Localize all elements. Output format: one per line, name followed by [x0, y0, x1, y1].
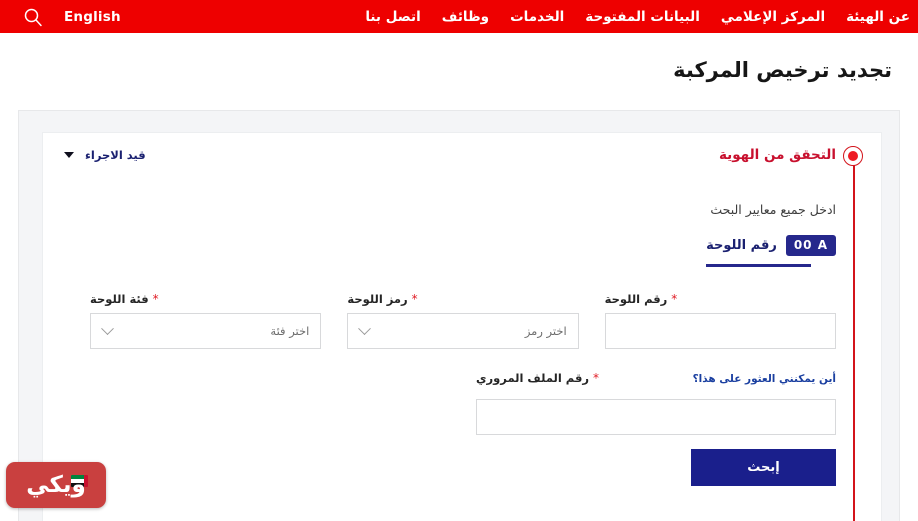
- field-plate-code-label-row: رمز اللوحة *: [347, 292, 578, 306]
- field-plate-number-control[interactable]: [604, 313, 836, 349]
- field-plate-code-label: رمز اللوحة: [347, 292, 408, 306]
- top-navigation-bar: English عن الهيئة المركز الإعلامي البيان…: [0, 0, 918, 33]
- field-traffic-file-label-row: أين يمكنني العثور على هذا؟ رقم الملف الم…: [476, 371, 836, 392]
- chevron-down-icon: [358, 321, 372, 335]
- nav-item-contact-us[interactable]: اتصل بنا: [365, 9, 420, 25]
- nav-item-open-data[interactable]: البيانات المفتوحة: [585, 9, 700, 25]
- watermark-text: ويكي: [26, 471, 86, 498]
- topbar-left-group: English: [0, 6, 121, 28]
- field-plate-number-label-row: رقم اللوحة *: [605, 292, 836, 306]
- required-indicator: *: [592, 371, 599, 385]
- form-row-primary: رقم اللوحة * رمز اللوحة * اختر رمز فئة ا…: [90, 292, 836, 349]
- step-connector-line: [853, 156, 855, 521]
- step-progress-rail: [843, 146, 865, 521]
- tab-active-underline: [706, 263, 812, 267]
- field-plate-code: رمز اللوحة * اختر رمز: [347, 292, 579, 349]
- field-plate-category-label-row: فئة اللوحة *: [90, 292, 321, 306]
- tab-plate-number-label: رقم اللوحة: [706, 237, 777, 253]
- search-icon[interactable]: [22, 6, 44, 28]
- chevron-down-icon: [101, 321, 114, 335]
- field-plate-number: رقم اللوحة *: [604, 292, 836, 349]
- form-subtitle: ادخل جميع معايير البحث: [710, 202, 836, 217]
- required-indicator: *: [411, 292, 418, 306]
- traffic-file-help-link[interactable]: أين يمكنني العثور على هذا؟: [693, 373, 836, 385]
- page-title: تجديد ترخيص المركبة: [673, 58, 892, 82]
- search-form: رقم اللوحة * رمز اللوحة * اختر رمز فئة ا…: [90, 292, 836, 435]
- plate-code-select-placeholder: اختر رمز: [524, 324, 567, 338]
- language-switch-english[interactable]: English: [64, 9, 121, 25]
- watermark-logo: ويكي: [6, 462, 106, 508]
- step-active-radio-icon: [843, 146, 863, 166]
- required-indicator: *: [152, 292, 159, 306]
- license-plate-icon: 00 A: [785, 235, 836, 256]
- plate-code-select[interactable]: اختر رمز: [347, 313, 579, 349]
- field-plate-category-label: فئة اللوحة: [90, 292, 149, 306]
- search-criteria-tabs: رقم اللوحة 00 A: [706, 235, 836, 267]
- main-nav: عن الهيئة المركز الإعلامي البيانات المفت…: [365, 9, 918, 25]
- plate-category-select-placeholder: اختر فئة: [270, 324, 310, 338]
- field-plate-category: فئة اللوحة * اختر فئة: [90, 292, 322, 349]
- field-traffic-file-number: أين يمكنني العثور على هذا؟ رقم الملف الم…: [476, 371, 836, 435]
- traffic-file-label-group: رقم الملف المروري *: [476, 371, 599, 385]
- plate-category-select[interactable]: اختر فئة: [90, 313, 322, 349]
- nav-item-careers[interactable]: وظائف: [442, 9, 489, 25]
- status-badge: قيد الاجراء: [85, 148, 146, 162]
- chevron-down-icon: [64, 152, 74, 158]
- field-traffic-file-label: رقم الملف المروري: [476, 371, 589, 385]
- traffic-file-control[interactable]: [476, 399, 836, 435]
- field-plate-number-label: رقم اللوحة: [604, 292, 668, 306]
- traffic-file-input[interactable]: [477, 400, 835, 434]
- step-title-identity-verification: التحقق من الهوية: [718, 147, 836, 163]
- required-indicator: *: [671, 292, 678, 306]
- nav-item-about[interactable]: عن الهيئة: [846, 9, 910, 25]
- nav-item-media-center[interactable]: المركز الإعلامي: [721, 9, 825, 25]
- search-submit-button[interactable]: إبحث: [691, 449, 836, 486]
- nav-item-services[interactable]: الخدمات: [510, 9, 564, 25]
- status-dropdown[interactable]: قيد الاجراء: [64, 148, 146, 162]
- tab-plate-number[interactable]: رقم اللوحة 00 A: [706, 235, 836, 256]
- plate-number-input[interactable]: [605, 314, 835, 348]
- form-row-traffic-file: أين يمكنني العثور على هذا؟ رقم الملف الم…: [90, 371, 836, 435]
